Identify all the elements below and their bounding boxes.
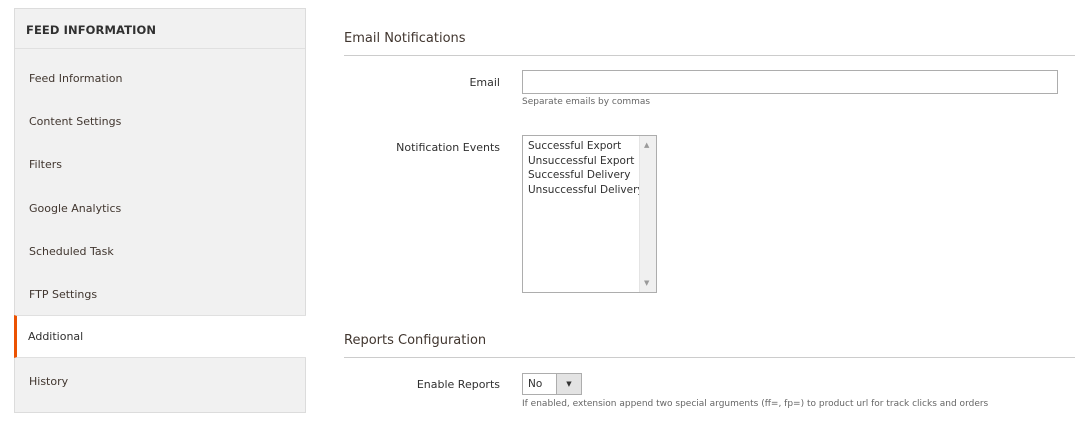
select-toggle-button[interactable]: ▼ [556, 374, 581, 394]
sidebar-item-content-settings[interactable]: Content Settings [15, 100, 305, 143]
multiselect-scrollbar[interactable]: ▲ ▼ [639, 136, 656, 292]
sidebar-item-additional[interactable]: Additional [14, 315, 306, 358]
scroll-up-icon[interactable]: ▲ [644, 141, 649, 149]
sidebar-item-google-analytics[interactable]: Google Analytics [15, 187, 305, 230]
notification-events-multiselect[interactable]: Successful Export Unsuccessful Export Su… [522, 135, 657, 293]
email-field[interactable] [522, 70, 1058, 94]
enable-reports-select[interactable]: No ▼ [522, 373, 582, 395]
sidebar-item-scheduled-task[interactable]: Scheduled Task [15, 230, 305, 273]
sidebar-item-ftp-settings[interactable]: FTP Settings [15, 273, 305, 316]
sidebar-item-feed-information[interactable]: Feed Information [15, 57, 305, 100]
email-notifications-title: Email Notifications [344, 31, 466, 46]
reports-configuration-title: Reports Configuration [344, 333, 487, 348]
notification-events-label: Notification Events [396, 141, 500, 154]
enable-reports-value: No [528, 378, 543, 390]
notification-events-options: Successful Export Unsuccessful Export Su… [528, 139, 644, 197]
section-divider [344, 357, 1075, 358]
enable-reports-label: Enable Reports [416, 378, 500, 391]
chevron-down-icon: ▼ [566, 380, 572, 388]
sidebar-item-filters[interactable]: Filters [15, 143, 305, 186]
option-unsuccessful-delivery[interactable]: Unsuccessful Delivery [528, 183, 644, 198]
sidebar-nav: FEED INFORMATION Feed Information Conten… [14, 8, 306, 413]
option-unsuccessful-export[interactable]: Unsuccessful Export [528, 154, 644, 169]
option-successful-export[interactable]: Successful Export [528, 139, 644, 154]
section-divider [344, 55, 1075, 56]
scroll-down-icon[interactable]: ▼ [644, 279, 649, 287]
sidebar-item-history[interactable]: History [15, 360, 305, 403]
option-successful-delivery[interactable]: Successful Delivery [528, 168, 644, 183]
sidebar-title: FEED INFORMATION [15, 9, 305, 49]
email-note: Separate emails by commas [522, 97, 651, 107]
enable-reports-note: If enabled, extension append two special… [522, 399, 989, 409]
email-label: Email [469, 76, 500, 89]
